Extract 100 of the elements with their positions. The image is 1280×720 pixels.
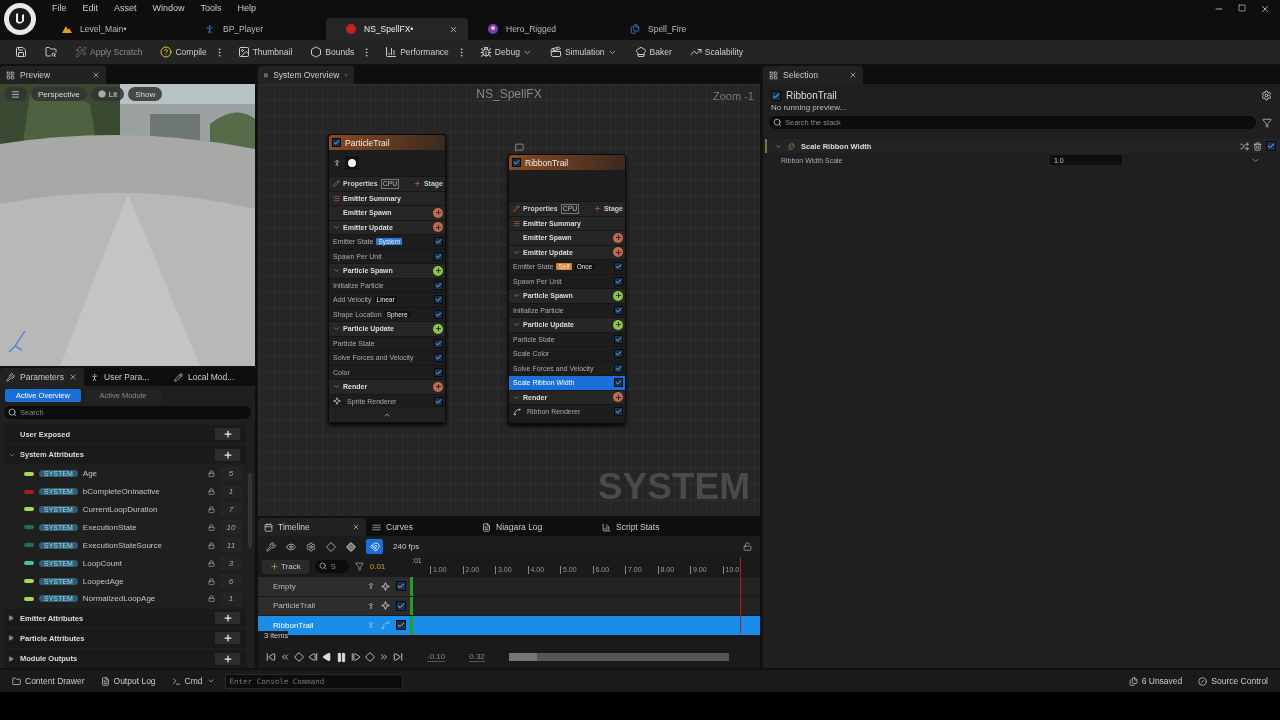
- parameter-name[interactable]: ExecutionStateSource: [82, 540, 203, 550]
- checkbox[interactable]: [434, 353, 443, 363]
- collapsed-arrow-icon[interactable]: [8, 635, 14, 642]
- checkbox[interactable]: [332, 138, 341, 147]
- track-row[interactable]: Empty: [258, 577, 410, 596]
- collapsed-arrow-icon[interactable]: [8, 615, 14, 622]
- parameter-name[interactable]: LoopedAge: [82, 576, 203, 586]
- add-module-icon[interactable]: [613, 247, 623, 258]
- app-logo[interactable]: [4, 3, 36, 35]
- toolbar-button[interactable]: Compile: [155, 42, 212, 62]
- close-icon[interactable]: [849, 71, 857, 79]
- checkbox[interactable]: [434, 367, 443, 377]
- add-track-button[interactable]: Track: [262, 559, 309, 574]
- add-button[interactable]: [215, 428, 240, 441]
- document-tab[interactable]: Level_Main•: [42, 18, 184, 40]
- viewport-menu-button[interactable]: [4, 87, 27, 101]
- status-button[interactable]: Source Control: [1192, 672, 1274, 690]
- collapse-icon[interactable]: [383, 411, 391, 419]
- close-icon[interactable]: [92, 71, 100, 79]
- add-module-icon[interactable]: [613, 392, 623, 403]
- checkbox[interactable]: [1266, 141, 1276, 151]
- panel-tab[interactable]: Selection: [763, 66, 863, 84]
- magnet-toggle[interactable]: [366, 539, 383, 554]
- checkbox[interactable]: [614, 363, 623, 373]
- panel-tab[interactable]: Local Mod...: [168, 368, 252, 386]
- checkbox[interactable]: [396, 600, 406, 611]
- menu-item[interactable]: Window: [144, 3, 193, 13]
- add-module-icon[interactable]: [433, 381, 443, 392]
- add-module-icon[interactable]: [433, 323, 443, 334]
- panel-tab[interactable]: Preview: [0, 66, 106, 84]
- emitter-node[interactable]: [328, 134, 446, 423]
- track-row[interactable]: ParticleTrail: [258, 596, 410, 615]
- checkbox[interactable]: [614, 407, 623, 417]
- checkbox[interactable]: [614, 378, 623, 388]
- checkbox[interactable]: [614, 276, 623, 286]
- checkbox[interactable]: [512, 158, 521, 167]
- menu-item[interactable]: Asset: [106, 3, 145, 13]
- add-module-icon[interactable]: [433, 265, 443, 276]
- document-tab[interactable]: Hero_Rigged: [468, 18, 610, 40]
- checkbox[interactable]: [434, 338, 443, 348]
- shuffle-icon[interactable]: [1240, 141, 1249, 151]
- lock-icon[interactable]: [743, 542, 752, 551]
- transport-icon[interactable]: [308, 652, 318, 662]
- add-button[interactable]: [215, 612, 240, 625]
- toolbar-button[interactable]: Bounds: [305, 42, 360, 62]
- parameter-name[interactable]: bCompleteOnInactive: [82, 487, 203, 497]
- toolbar-button[interactable]: Performance: [380, 42, 454, 62]
- close-icon[interactable]: [68, 373, 77, 381]
- document-tab[interactable]: Spell_Fire: [610, 18, 752, 40]
- maximize-icon[interactable]: [1238, 4, 1246, 12]
- menu-item[interactable]: Edit: [74, 3, 107, 13]
- toolbar-dropdown[interactable]: Debug: [474, 42, 537, 62]
- panel-tab[interactable]: Parameters: [0, 368, 84, 386]
- toolbar-button[interactable]: Baker: [629, 42, 677, 62]
- add-button[interactable]: [215, 448, 240, 461]
- close-icon[interactable]: [352, 523, 360, 531]
- transport-icon[interactable]: [393, 652, 403, 662]
- checkbox[interactable]: [434, 237, 443, 247]
- frame-rate-dropdown[interactable]: 240 fps: [393, 542, 420, 551]
- time-readout[interactable]: 0.32: [469, 652, 485, 662]
- menu-item[interactable]: Tools: [192, 3, 230, 13]
- checkbox[interactable]: [434, 396, 443, 406]
- transport-icon[interactable]: [351, 652, 361, 662]
- checkbox[interactable]: [614, 349, 623, 359]
- panel-tab[interactable]: System Overview: [258, 66, 354, 84]
- transport-icon[interactable]: [280, 652, 290, 662]
- panel-tab[interactable]: User Para...: [84, 368, 168, 386]
- transport-icon[interactable]: [365, 652, 375, 662]
- checkbox[interactable]: [434, 309, 443, 319]
- checkbox[interactable]: [614, 262, 623, 272]
- checkbox[interactable]: [614, 305, 623, 315]
- add-module-icon[interactable]: [613, 232, 623, 243]
- panel-tab[interactable]: Script Stats: [596, 518, 716, 536]
- parameter-name[interactable]: NormalizedLoopAge: [82, 594, 203, 604]
- checkbox[interactable]: [434, 295, 443, 305]
- parameter-name[interactable]: LoopCount: [82, 558, 203, 568]
- add-module-icon[interactable]: [613, 319, 623, 330]
- checkbox[interactable]: [396, 620, 406, 631]
- status-button[interactable]: 6 Unsaved: [1122, 672, 1189, 690]
- document-tab[interactable]: BP_Player: [184, 18, 326, 40]
- transport-icon[interactable]: [266, 652, 276, 662]
- checkbox[interactable]: [434, 251, 443, 261]
- cmd-dropdown[interactable]: Cmd: [165, 672, 221, 690]
- gear-icon[interactable]: [306, 541, 316, 552]
- add-module-icon[interactable]: [433, 222, 443, 233]
- viewport-button[interactable]: Perspective: [31, 87, 87, 101]
- status-button[interactable]: Output Log: [94, 672, 162, 690]
- document-tab[interactable]: NS_SpellFX•: [326, 18, 468, 40]
- checkbox[interactable]: [771, 90, 781, 101]
- panel-tab[interactable]: Curves: [366, 518, 476, 536]
- transport-icon[interactable]: [294, 652, 304, 662]
- checkbox[interactable]: [614, 334, 623, 344]
- add-module-icon[interactable]: [613, 290, 623, 301]
- parameter-name[interactable]: CurrentLoopDuration: [82, 504, 203, 514]
- settings-icon[interactable]: [1261, 90, 1272, 101]
- viewport-button[interactable]: Show: [128, 87, 163, 101]
- eye-icon[interactable]: [286, 541, 296, 552]
- checkbox[interactable]: [396, 581, 406, 592]
- collapsed-arrow-icon[interactable]: [8, 655, 14, 662]
- panel-tab[interactable]: Timeline: [258, 518, 366, 536]
